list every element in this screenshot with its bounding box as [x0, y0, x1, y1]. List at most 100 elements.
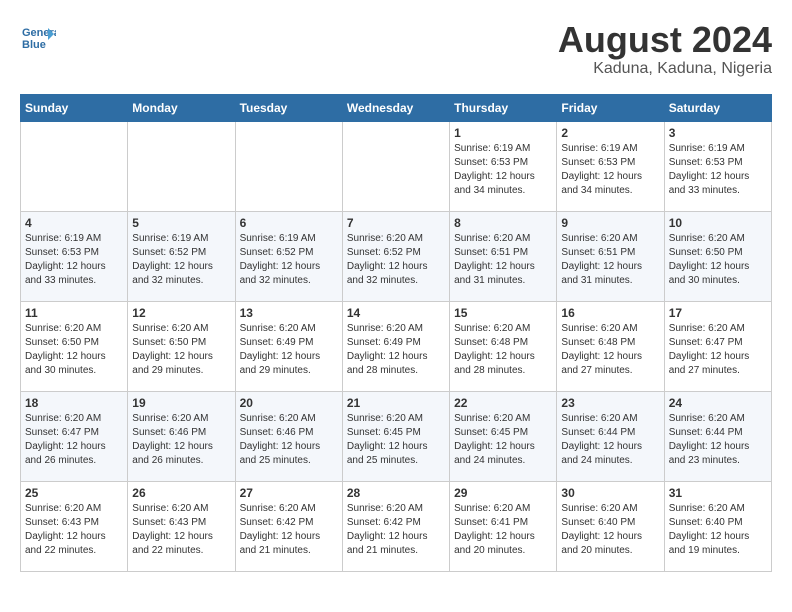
- day-info: Sunrise: 6:20 AM Sunset: 6:43 PM Dayligh…: [25, 502, 123, 558]
- day-info: Sunrise: 6:20 AM Sunset: 6:52 PM Dayligh…: [347, 232, 445, 288]
- calendar-cell: 30 Sunrise: 6:20 AM Sunset: 6:40 PM Dayli…: [557, 481, 664, 571]
- calendar-cell: 13Sunrise: 6:20 AM Sunset: 6:49 PM Dayli…: [235, 301, 342, 391]
- day-info: Sunrise: 6:20 AM Sunset: 6:40 PM Dayligh…: [561, 502, 659, 558]
- day-info: Sunrise: 6:20 AM Sunset: 6:45 PM Dayligh…: [347, 412, 445, 468]
- calendar-cell: 7 Sunrise: 6:20 AM Sunset: 6:52 PM Daylig…: [342, 211, 449, 301]
- day-number: 30: [561, 486, 659, 500]
- calendar-cell: 2 Sunrise: 6:19 AM Sunset: 6:53 PM Daylig…: [557, 121, 664, 211]
- day-number: 17: [669, 306, 767, 320]
- day-number: 26: [132, 486, 230, 500]
- calendar-cell: 25 Sunrise: 6:20 AM Sunset: 6:43 PM Dayli…: [21, 481, 128, 571]
- calendar-cell: [235, 121, 342, 211]
- day-info: Sunrise: 6:19 AM Sunset: 6:53 PM Dayligh…: [25, 232, 123, 288]
- calendar-week-row: 1 Sunrise: 6:19 AM Sunset: 6:53 PM Daylig…: [21, 121, 772, 211]
- day-info: Sunrise: 6:20 AM Sunset: 6:46 PM Dayligh…: [132, 412, 230, 468]
- day-info: Sunrise: 6:20 AM Sunset: 6:49 PM Dayligh…: [240, 322, 338, 378]
- day-info: Sunrise: 6:19 AM Sunset: 6:53 PM Dayligh…: [561, 142, 659, 198]
- day-number: 22: [454, 396, 552, 410]
- day-info: Sunrise: 6:19 AM Sunset: 6:53 PM Dayligh…: [454, 142, 552, 198]
- logo-icon: General Blue: [20, 20, 56, 56]
- day-info: Sunrise: 6:20 AM Sunset: 6:47 PM Dayligh…: [669, 322, 767, 378]
- calendar-cell: [128, 121, 235, 211]
- calendar-cell: 9 Sunrise: 6:20 AM Sunset: 6:51 PM Daylig…: [557, 211, 664, 301]
- calendar-header-sunday: Sunday: [21, 94, 128, 121]
- calendar-cell: 21 Sunrise: 6:20 AM Sunset: 6:45 PM Dayli…: [342, 391, 449, 481]
- calendar-cell: 27 Sunrise: 6:20 AM Sunset: 6:42 PM Dayli…: [235, 481, 342, 571]
- location-subtitle: Kaduna, Kaduna, Nigeria: [558, 60, 772, 78]
- day-number: 5: [132, 216, 230, 230]
- day-number: 27: [240, 486, 338, 500]
- calendar-cell: 5 Sunrise: 6:19 AM Sunset: 6:52 PM Daylig…: [128, 211, 235, 301]
- month-year-title: August 2024: [558, 20, 772, 60]
- day-number: 15: [454, 306, 552, 320]
- calendar-cell: 10 Sunrise: 6:20 AM Sunset: 6:50 PM Dayli…: [664, 211, 771, 301]
- calendar-cell: 17 Sunrise: 6:20 AM Sunset: 6:47 PM Dayli…: [664, 301, 771, 391]
- day-info: Sunrise: 6:20 AM Sunset: 6:46 PM Dayligh…: [240, 412, 338, 468]
- calendar-table: SundayMondayTuesdayWednesdayThursdayFrid…: [20, 94, 772, 572]
- calendar-cell: 11Sunrise: 6:20 AM Sunset: 6:50 PM Dayli…: [21, 301, 128, 391]
- calendar-week-row: 11 Sunrise: 6:20 AM Sunset: 6:50 PM Dayli…: [21, 301, 772, 391]
- calendar-header-row: SundayMondayTuesdayWednesdayThursdayFrid…: [21, 94, 772, 121]
- title-block: August 2024 Kaduna, Kaduna, Nigeria: [558, 20, 772, 78]
- day-number: 21: [347, 396, 445, 410]
- svg-text:Blue: Blue: [22, 39, 46, 51]
- calendar-header-tuesday: Tuesday: [235, 94, 342, 121]
- calendar-cell: 15 Sunrise: 6:20 AM Sunset: 6:48 PM Dayli…: [450, 301, 557, 391]
- day-number: 18: [25, 396, 123, 410]
- day-info: Sunrise: 6:20 AM Sunset: 6:49 PM Dayligh…: [347, 322, 445, 378]
- day-info: Sunrise: 6:20 AM Sunset: 6:42 PM Dayligh…: [240, 502, 338, 558]
- day-number: 12: [132, 306, 230, 320]
- calendar-cell: 19Sunrise: 6:20 AM Sunset: 6:46 PM Dayli…: [128, 391, 235, 481]
- page-header: General Blue August 2024 Kaduna, Kaduna,…: [20, 20, 772, 78]
- day-number: 20: [240, 396, 338, 410]
- day-info: Sunrise: 6:20 AM Sunset: 6:51 PM Dayligh…: [454, 232, 552, 288]
- day-number: 1: [454, 126, 552, 140]
- calendar-cell: [342, 121, 449, 211]
- day-info: Sunrise: 6:20 AM Sunset: 6:48 PM Dayligh…: [561, 322, 659, 378]
- day-number: 11: [25, 306, 123, 320]
- calendar-cell: [21, 121, 128, 211]
- day-info: Sunrise: 6:20 AM Sunset: 6:44 PM Dayligh…: [561, 412, 659, 468]
- calendar-cell: 23Sunrise: 6:20 AM Sunset: 6:44 PM Dayli…: [557, 391, 664, 481]
- calendar-cell: 18 Sunrise: 6:20 AM Sunset: 6:47 PM Dayli…: [21, 391, 128, 481]
- calendar-week-row: 4Sunrise: 6:19 AM Sunset: 6:53 PM Daylig…: [21, 211, 772, 301]
- day-number: 14: [347, 306, 445, 320]
- day-number: 9: [561, 216, 659, 230]
- day-info: Sunrise: 6:19 AM Sunset: 6:52 PM Dayligh…: [132, 232, 230, 288]
- calendar-cell: 14 Sunrise: 6:20 AM Sunset: 6:49 PM Dayli…: [342, 301, 449, 391]
- day-info: Sunrise: 6:19 AM Sunset: 6:52 PM Dayligh…: [240, 232, 338, 288]
- calendar-cell: 3 Sunrise: 6:19 AM Sunset: 6:53 PM Daylig…: [664, 121, 771, 211]
- calendar-cell: 31Sunrise: 6:20 AM Sunset: 6:40 PM Dayli…: [664, 481, 771, 571]
- day-info: Sunrise: 6:20 AM Sunset: 6:51 PM Dayligh…: [561, 232, 659, 288]
- day-number: 7: [347, 216, 445, 230]
- day-number: 6: [240, 216, 338, 230]
- day-number: 3: [669, 126, 767, 140]
- calendar-cell: 6 Sunrise: 6:19 AM Sunset: 6:52 PM Daylig…: [235, 211, 342, 301]
- day-info: Sunrise: 6:19 AM Sunset: 6:53 PM Dayligh…: [669, 142, 767, 198]
- calendar-header-wednesday: Wednesday: [342, 94, 449, 121]
- day-info: Sunrise: 6:20 AM Sunset: 6:45 PM Dayligh…: [454, 412, 552, 468]
- day-number: 8: [454, 216, 552, 230]
- day-number: 16: [561, 306, 659, 320]
- day-info: Sunrise: 6:20 AM Sunset: 6:41 PM Dayligh…: [454, 502, 552, 558]
- logo: General Blue: [20, 20, 56, 56]
- day-number: 29: [454, 486, 552, 500]
- day-number: 24: [669, 396, 767, 410]
- calendar-week-row: 18 Sunrise: 6:20 AM Sunset: 6:47 PM Dayli…: [21, 391, 772, 481]
- calendar-cell: 24Sunrise: 6:20 AM Sunset: 6:44 PM Dayli…: [664, 391, 771, 481]
- calendar-header-monday: Monday: [128, 94, 235, 121]
- calendar-header-saturday: Saturday: [664, 94, 771, 121]
- calendar-header-thursday: Thursday: [450, 94, 557, 121]
- day-info: Sunrise: 6:20 AM Sunset: 6:47 PM Dayligh…: [25, 412, 123, 468]
- day-number: 2: [561, 126, 659, 140]
- calendar-cell: 22 Sunrise: 6:20 AM Sunset: 6:45 PM Dayli…: [450, 391, 557, 481]
- calendar-cell: 8 Sunrise: 6:20 AM Sunset: 6:51 PM Daylig…: [450, 211, 557, 301]
- day-info: Sunrise: 6:20 AM Sunset: 6:50 PM Dayligh…: [669, 232, 767, 288]
- calendar-cell: 16 Sunrise: 6:20 AM Sunset: 6:48 PM Dayli…: [557, 301, 664, 391]
- day-number: 25: [25, 486, 123, 500]
- day-info: Sunrise: 6:20 AM Sunset: 6:40 PM Dayligh…: [669, 502, 767, 558]
- calendar-cell: 29 Sunrise: 6:20 AM Sunset: 6:41 PM Dayli…: [450, 481, 557, 571]
- day-info: Sunrise: 6:20 AM Sunset: 6:50 PM Dayligh…: [132, 322, 230, 378]
- day-number: 10: [669, 216, 767, 230]
- day-info: Sunrise: 6:20 AM Sunset: 6:48 PM Dayligh…: [454, 322, 552, 378]
